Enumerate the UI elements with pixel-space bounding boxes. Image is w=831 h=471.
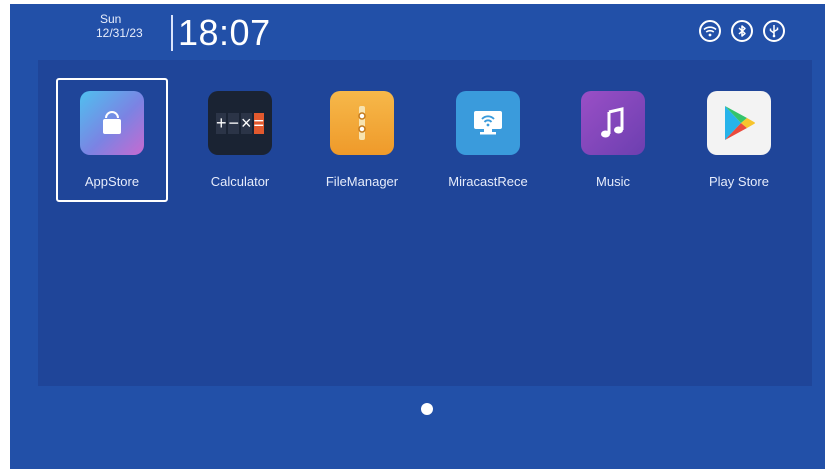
day-label: Sun — [100, 12, 122, 26]
home-screen: Sun 12/31/23 18:07 AppStore + − × = Calc… — [10, 4, 825, 469]
app-label: FileManager — [325, 174, 399, 189]
page-indicator-dot[interactable] — [421, 403, 433, 415]
music-note-icon — [581, 91, 645, 155]
app-label: AppStore — [84, 174, 140, 189]
app-label: Calculator — [210, 174, 270, 189]
times-symbol: × — [241, 112, 252, 134]
plus-symbol: + — [215, 112, 227, 134]
shopping-bag-icon — [80, 91, 144, 155]
cast-monitor-icon — [456, 91, 520, 155]
play-store-icon — [707, 91, 771, 155]
app-calculator[interactable]: + − × = Calculator — [184, 78, 296, 202]
date-label: 12/31/23 — [96, 26, 143, 40]
folder-icon — [330, 91, 394, 155]
status-divider — [171, 15, 173, 51]
bluetooth-icon — [731, 20, 753, 42]
minus-symbol: − — [228, 112, 239, 134]
calculator-icon: + − × = — [208, 91, 272, 155]
equals-symbol: = — [253, 112, 265, 134]
app-music[interactable]: Music — [557, 78, 669, 202]
app-grid: AppStore + − × = Calculator FileManager … — [38, 60, 812, 386]
wifi-icon — [699, 20, 721, 42]
app-filemanager[interactable]: FileManager — [306, 78, 418, 202]
app-label: Music — [596, 174, 630, 189]
status-icons — [699, 20, 785, 42]
date-display: Sun 12/31/23 — [96, 12, 143, 40]
usb-icon — [763, 20, 785, 42]
app-label: Play Store — [709, 174, 769, 189]
app-miracast[interactable]: MiracastRece — [432, 78, 544, 202]
app-label: MiracastRece — [448, 174, 528, 189]
app-appstore[interactable]: AppStore — [56, 78, 168, 202]
clock: 18:07 — [178, 12, 271, 53]
app-playstore[interactable]: Play Store — [683, 78, 795, 202]
